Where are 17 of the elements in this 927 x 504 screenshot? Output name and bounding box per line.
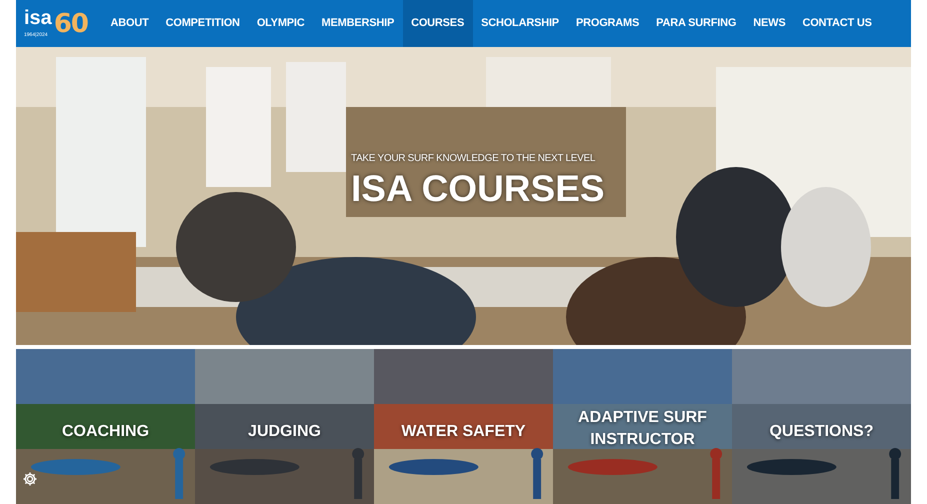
hero-title: ISA COURSES bbox=[351, 170, 605, 207]
nav-link[interactable]: MEMBERSHIP bbox=[313, 0, 403, 47]
tile-title: JUDGING bbox=[247, 422, 322, 442]
tile-title: WATER SAFETY bbox=[400, 422, 527, 442]
hero-subtitle: TAKE YOUR SURF KNOWLEDGE TO THE NEXT LEVEL bbox=[351, 152, 596, 166]
nav-link[interactable]: SCHOLARSHIP bbox=[472, 0, 568, 47]
nav-link[interactable]: PROGRAMS bbox=[567, 0, 648, 47]
nav-link[interactable]: ABOUT bbox=[102, 0, 158, 47]
tile-title: ADAPTIVE SURF INSTRUCTOR bbox=[577, 408, 708, 450]
nav-link[interactable]: COMPETITION bbox=[157, 0, 248, 47]
nav-link[interactable]: PARA SURFING bbox=[648, 0, 745, 47]
nav-link[interactable]: CONTACT US bbox=[794, 0, 880, 47]
tile-title: QUESTIONS? bbox=[768, 422, 874, 442]
nav-link[interactable]: COURSES bbox=[402, 0, 473, 47]
nav-link[interactable]: NEWS bbox=[744, 0, 794, 47]
tile-title: COACHING bbox=[60, 422, 150, 442]
nav-link[interactable]: OLYMPIC bbox=[248, 0, 314, 47]
